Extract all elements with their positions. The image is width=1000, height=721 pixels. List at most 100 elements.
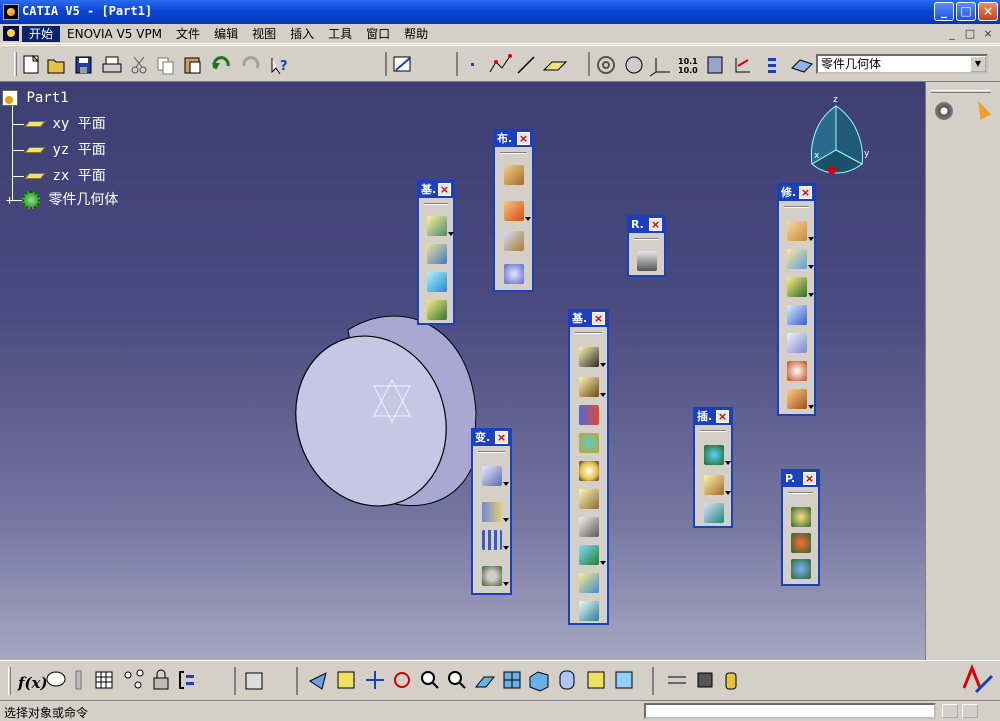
boolean-remove-icon[interactable] <box>504 201 531 221</box>
stiffener-icon[interactable] <box>579 545 606 565</box>
close-surface-icon[interactable] <box>427 272 447 292</box>
toolbar-r-caption[interactable]: R. × <box>629 217 664 233</box>
parameters-icon[interactable] <box>791 533 811 553</box>
pad-icon[interactable] <box>579 347 606 367</box>
catia-app-icon[interactable] <box>3 4 19 20</box>
split-icon[interactable] <box>427 216 454 236</box>
loft-icon[interactable] <box>579 573 599 593</box>
toolbar-ji-center[interactable]: 基. × <box>568 309 609 625</box>
point-icon <box>471 63 474 66</box>
doc-restore-button[interactable]: □ <box>962 27 978 40</box>
workbench-combo[interactable]: 零件几何体 ▼ <box>816 54 988 74</box>
command-button[interactable] <box>942 704 958 718</box>
groove-icon[interactable] <box>579 433 599 453</box>
chamfer-icon[interactable] <box>787 249 814 269</box>
toolbar-bian[interactable]: 变. × <box>471 428 512 595</box>
menu-view[interactable]: 视图 <box>245 26 283 42</box>
toolbar-cha-caption[interactable]: 插. × <box>695 409 731 425</box>
boolean-intersect-icon[interactable] <box>504 231 524 251</box>
toolbar-xiu-caption[interactable]: 修. × <box>779 185 814 201</box>
toolbar-ji-center-caption[interactable]: 基. × <box>570 311 607 327</box>
rectangular-pattern-icon[interactable] <box>482 530 509 550</box>
remove-face-icon[interactable] <box>787 389 814 409</box>
3d-viewport[interactable]: Part1 xy 平面 yz 平面 zx 平面 + 零件几何体 z x y 布.… <box>0 82 925 660</box>
document-menu-icon[interactable] <box>3 26 19 41</box>
toolbar-bu[interactable]: 布. × <box>493 129 534 292</box>
spiral-icon <box>597 56 615 74</box>
thread-icon[interactable] <box>787 361 807 381</box>
toolbar-r[interactable]: R. × <box>627 215 666 277</box>
pocket-icon[interactable] <box>579 377 606 397</box>
compass-widget[interactable]: z x y <box>802 92 874 188</box>
boolean-union-trim-icon[interactable] <box>504 264 524 284</box>
insert-ordered-set-icon[interactable] <box>704 503 724 523</box>
menu-window[interactable]: 窗口 <box>359 26 397 42</box>
menu-insert[interactable]: 插入 <box>283 26 321 42</box>
menu-help[interactable]: 帮助 <box>397 26 435 42</box>
edge-fillet-icon[interactable] <box>787 221 814 241</box>
close-icon[interactable]: × <box>592 312 605 325</box>
measure-icon: 10.1 <box>678 57 698 66</box>
plane-icon <box>542 61 568 71</box>
toolbar-bian-caption[interactable]: 变. × <box>473 430 510 446</box>
slot-icon[interactable] <box>579 517 599 537</box>
boolean-add-icon[interactable] <box>504 165 524 185</box>
menu-edit[interactable]: 编辑 <box>207 26 245 42</box>
shaft-icon[interactable] <box>579 405 599 425</box>
network-icon <box>124 669 144 689</box>
sew-surface-icon[interactable] <box>427 300 447 320</box>
toolbar-p-caption[interactable]: P. × <box>783 471 818 487</box>
workbench-icon <box>791 59 813 73</box>
compass-y-label: y <box>864 149 870 159</box>
command-input[interactable] <box>644 703 936 719</box>
toolbar-xiu[interactable]: 修. × <box>777 183 816 416</box>
menu-enovia[interactable]: ENOVIA V5 VPM <box>60 26 169 42</box>
close-icon[interactable]: × <box>803 472 816 485</box>
select-arrow-icon[interactable] <box>972 98 992 120</box>
line-icon <box>517 56 535 74</box>
apply-material-icon[interactable] <box>791 507 811 527</box>
menu-file[interactable]: 文件 <box>169 26 207 42</box>
draft-icon[interactable] <box>787 277 814 297</box>
close-icon[interactable]: × <box>799 186 812 199</box>
catalog-icon <box>245 672 263 690</box>
mirror-icon[interactable] <box>482 502 509 522</box>
camera-icon[interactable] <box>637 251 657 271</box>
view-toolbar-icons: f(x) <box>17 667 737 695</box>
close-button[interactable]: × <box>978 2 998 21</box>
insert-body-icon[interactable] <box>704 445 731 465</box>
toolbar-bu-caption[interactable]: 布. × <box>495 131 532 147</box>
doc-close-button[interactable]: × <box>980 27 996 40</box>
gear-icon[interactable] <box>935 102 953 120</box>
maximize-button[interactable]: □ <box>956 2 976 21</box>
rib-icon[interactable] <box>579 489 599 509</box>
translation-icon[interactable] <box>482 466 509 486</box>
scaling-icon[interactable] <box>482 566 509 586</box>
workbench-combo-value: 零件几何体 <box>821 57 882 71</box>
doc-minimize-button[interactable]: _ <box>944 27 960 40</box>
toolbar-ji-left-caption[interactable]: 基. × <box>419 182 453 198</box>
formula-icon[interactable] <box>791 559 811 579</box>
close-icon[interactable]: × <box>495 431 508 444</box>
knowledge-icon <box>46 671 66 687</box>
toolbar-p[interactable]: P. × <box>781 469 820 586</box>
close-icon[interactable]: × <box>716 410 729 423</box>
close-icon[interactable]: × <box>438 183 451 196</box>
toolbar-ji-left[interactable]: 基. × <box>417 180 455 325</box>
menu-start[interactable]: 开始 <box>22 26 61 42</box>
insert-geometric-set-icon[interactable] <box>704 475 731 495</box>
shell-icon[interactable] <box>787 305 807 325</box>
hole-icon[interactable] <box>579 461 599 481</box>
thick-surface-icon[interactable] <box>427 244 447 264</box>
thickness-icon[interactable] <box>787 333 807 353</box>
toolbar-cha[interactable]: 插. × <box>693 407 733 528</box>
menu-tools[interactable]: 工具 <box>321 26 359 42</box>
chevron-down-icon[interactable]: ▼ <box>970 56 986 72</box>
close-icon[interactable]: × <box>517 132 530 145</box>
minimize-button[interactable]: _ <box>934 2 954 21</box>
close-icon[interactable]: × <box>649 218 662 231</box>
command-history-button[interactable] <box>962 704 978 718</box>
standard-toolbar: ? 10.1 10.0 零件几何体 ▼ <box>0 45 1000 82</box>
title-bar[interactable]: CATIA V5 - [Part1] _ □ × <box>0 0 1000 24</box>
remove-loft-icon[interactable] <box>579 601 599 621</box>
